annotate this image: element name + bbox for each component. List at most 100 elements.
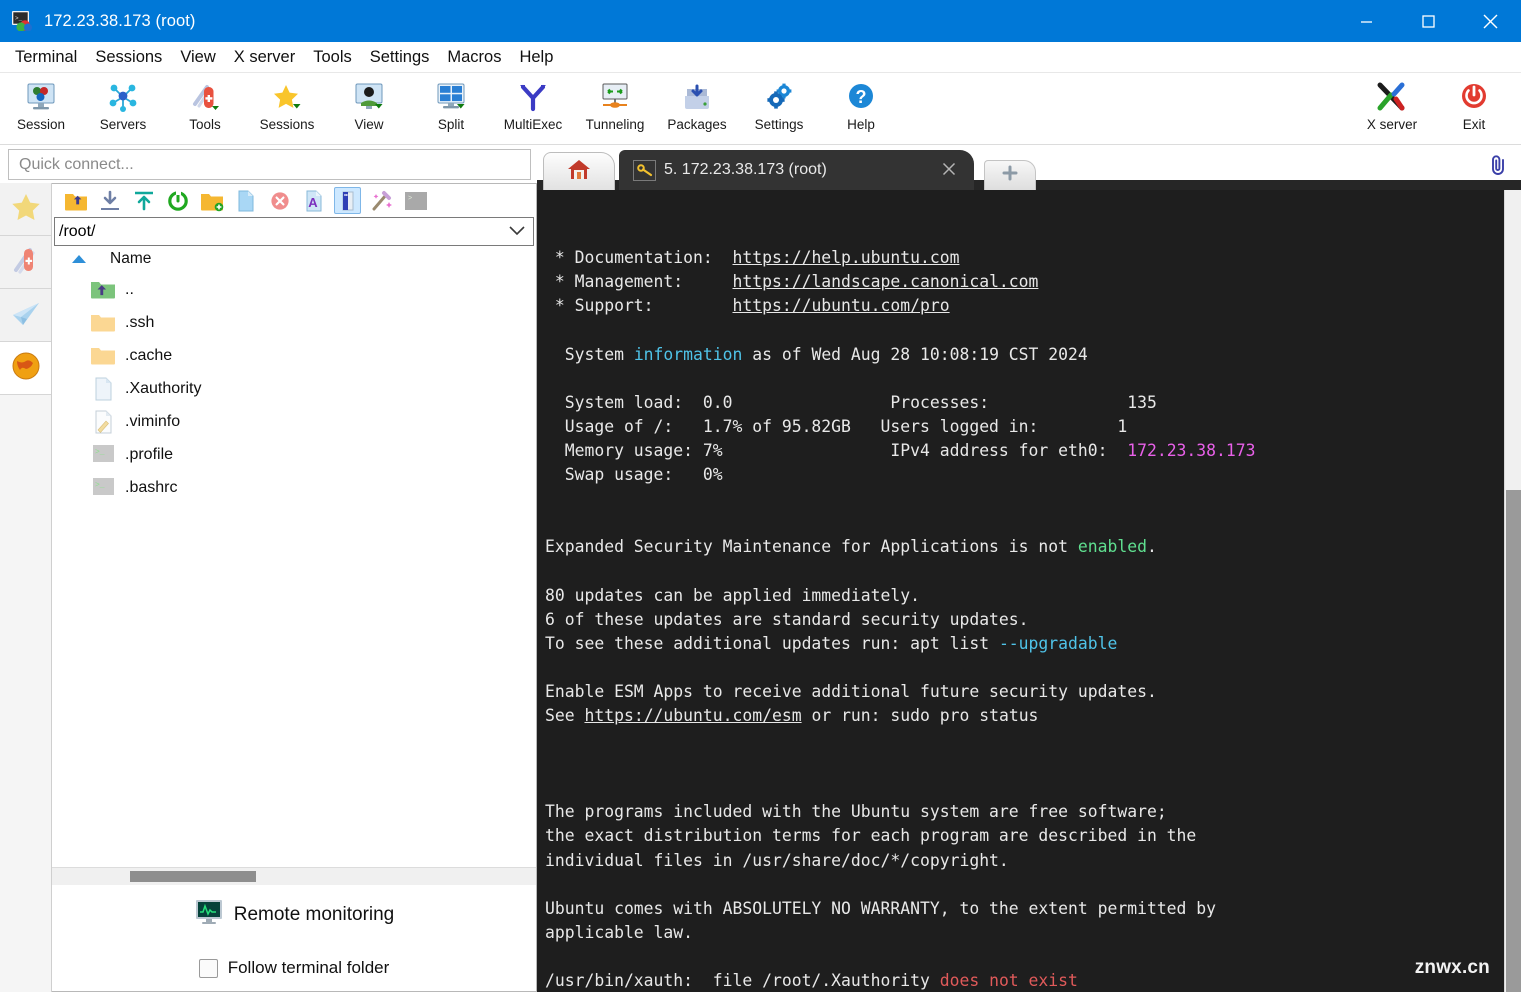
terminal-line: Expanded Security Maintenance for Applic… [545,535,1504,559]
list-item[interactable]: .ssh [52,306,536,339]
column-header-name[interactable]: Name [110,250,151,268]
file-icon [90,377,117,401]
window-controls [1335,0,1521,42]
tunneling-icon [598,80,632,114]
delete-icon[interactable] [266,187,293,214]
sidebar-item-favorites[interactable] [0,183,51,236]
tab-add-button[interactable] [984,160,1036,190]
close-button[interactable] [1459,0,1521,42]
refresh-icon[interactable] [164,187,191,214]
file-list[interactable]: .. .ssh [52,272,536,867]
toolbar-view-button[interactable]: View [328,76,410,142]
toolbar-tunneling-label: Tunneling [586,117,645,132]
file-list-hscrollbar[interactable] [52,867,536,885]
quick-connect-placeholder: Quick connect... [19,156,134,174]
paperclip-icon [1486,153,1510,182]
toolbar-exit-button[interactable]: Exit [1433,76,1515,142]
list-item-label: .bashrc [125,479,177,497]
download-icon[interactable] [96,187,123,214]
terminal-line: Usage of /: 1.7% of 95.82GB Users logged… [545,415,1504,439]
quick-connect-input[interactable]: Quick connect... [8,149,531,180]
terminal-line: See https://ubuntu.com/esm or run: sudo … [545,704,1504,728]
path-bar[interactable]: /root/ [54,217,534,246]
path-text: /root/ [55,223,95,241]
text-edit-icon[interactable]: A [300,187,327,214]
list-item[interactable]: .viminfo [52,405,536,438]
menu-x-server[interactable]: X server [225,46,304,69]
tab-session[interactable]: 5. 172.23.38.173 (root) [619,150,974,190]
terminal-vscrollbar-thumb[interactable] [1506,490,1521,992]
parent-folder-icon[interactable] [62,187,89,214]
chevron-down-icon[interactable] [509,223,525,241]
sort-ascending-icon[interactable] [72,255,86,263]
list-item[interactable]: .cache [52,339,536,372]
follow-terminal-folder-checkbox[interactable] [199,959,218,978]
left-vertical-tabs [0,183,52,992]
toolbar-packages-label: Packages [667,117,726,132]
list-item[interactable]: .Xauthority [52,372,536,405]
new-folder-icon[interactable] [198,187,225,214]
new-file-icon[interactable] [232,187,259,214]
terminal-output[interactable]: * Documentation: https://help.ubuntu.com… [537,190,1504,992]
menu-terminal[interactable]: Terminal [6,46,86,69]
menu-view[interactable]: View [171,46,224,69]
folder-icon [90,344,117,368]
list-item[interactable]: >_ .profile [52,438,536,471]
upload-icon[interactable] [130,187,157,214]
toolbar-servers-button[interactable]: Servers [82,76,164,142]
terminal-line [545,487,1504,511]
list-item[interactable]: .. [52,273,536,306]
minimize-button[interactable] [1335,0,1397,42]
toolbar-sessions-label: Sessions [260,117,315,132]
svg-text:>_: >_ [95,448,105,457]
toolbar-multiexec-button[interactable]: MultiExec [492,76,574,142]
toolbar-sessions-button[interactable]: Sessions [246,76,328,142]
follow-terminal-folder-row[interactable]: Follow terminal folder [199,958,390,978]
sidebar-item-macros[interactable] [0,342,51,395]
script-file-icon: >_ [90,443,117,467]
home-icon [567,158,591,185]
toolbar-session-button[interactable]: Session [0,76,82,142]
list-item[interactable]: >_ .bashrc [52,471,536,504]
toolbar-packages-button[interactable]: Packages [656,76,738,142]
menu-macros[interactable]: Macros [438,46,510,69]
maximize-button[interactable] [1397,0,1459,42]
list-item-label: .Xauthority [125,380,201,398]
view-icon [352,80,386,114]
x-server-icon [1375,80,1409,114]
svg-text:A: A [308,195,318,210]
menu-tools[interactable]: Tools [304,46,361,69]
menu-bar: Terminal Sessions View X server Tools Se… [0,42,1521,73]
monitor-graph-icon [194,899,224,930]
close-icon[interactable] [932,160,966,181]
tab-home[interactable] [543,152,615,190]
toolbar-help-button[interactable]: ? Help [820,76,902,142]
terminal-vscrollbar[interactable] [1504,190,1521,992]
file-list-hscrollbar-thumb[interactable] [130,871,256,882]
toolbar-x-server-button[interactable]: X server [1351,76,1433,142]
terminal-icon[interactable]: > [402,187,429,214]
sidebar-item-sftp[interactable] [0,289,51,342]
sidebar-item-tools[interactable] [0,236,51,289]
session-icon [24,80,58,114]
menu-sessions[interactable]: Sessions [86,46,171,69]
toolbar-tools-button[interactable]: Tools [164,76,246,142]
tools-icon [188,80,222,114]
menu-settings[interactable]: Settings [361,46,439,69]
toolbar-settings-button[interactable]: Settings [738,76,820,142]
remote-monitoring-button[interactable]: Remote monitoring [194,899,395,930]
terminal-line: * Support: https://ubuntu.com/pro [545,294,1504,318]
remote-monitoring-label: Remote monitoring [234,904,395,926]
multiexec-icon [516,80,550,114]
permissions-wand-icon[interactable] [368,187,395,214]
toolbar-tunneling-button[interactable]: Tunneling [574,76,656,142]
menu-help[interactable]: Help [510,46,562,69]
key-icon [633,160,656,181]
toolbar-split-button[interactable]: Split [410,76,492,142]
toolbar-split-label: Split [438,117,464,132]
toolbar-settings-label: Settings [755,117,804,132]
terminal-line [545,776,1504,800]
open-with-editor-icon[interactable] [334,187,361,214]
settings-gear-icon [762,80,796,114]
paperclip-button[interactable] [1481,151,1515,183]
